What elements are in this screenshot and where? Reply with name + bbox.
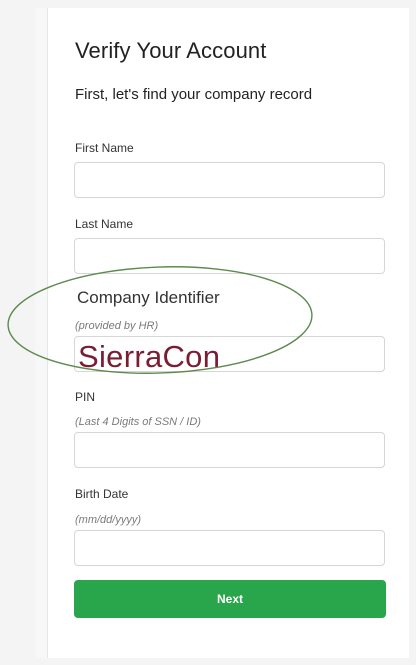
page: Verify Your Account First, let's find yo… <box>0 0 416 665</box>
page-subtitle: First, let's find your company record <box>75 86 313 103</box>
birth-date-field[interactable] <box>74 530 385 566</box>
first-name-field[interactable] <box>74 162 385 198</box>
page-title: Verify Your Account <box>75 38 267 63</box>
pin-field[interactable] <box>74 432 385 468</box>
last-name-label: Last Name <box>75 217 134 231</box>
company-identifier-value: SierraCon <box>78 339 221 374</box>
next-button[interactable]: Next <box>74 580 386 618</box>
birth-date-label: Birth Date <box>75 487 129 501</box>
page-margin <box>35 8 47 658</box>
company-identifier-label: Company Identifier <box>77 288 220 307</box>
company-identifier-hint: (provided by HR) <box>75 320 159 332</box>
last-name-field[interactable] <box>74 238 385 274</box>
birth-date-hint: (mm/dd/yyyy) <box>75 514 141 526</box>
pin-hint: (Last 4 Digits of SSN / ID) <box>75 416 201 428</box>
first-name-label: First Name <box>75 141 134 155</box>
pin-label: PIN <box>75 390 96 404</box>
